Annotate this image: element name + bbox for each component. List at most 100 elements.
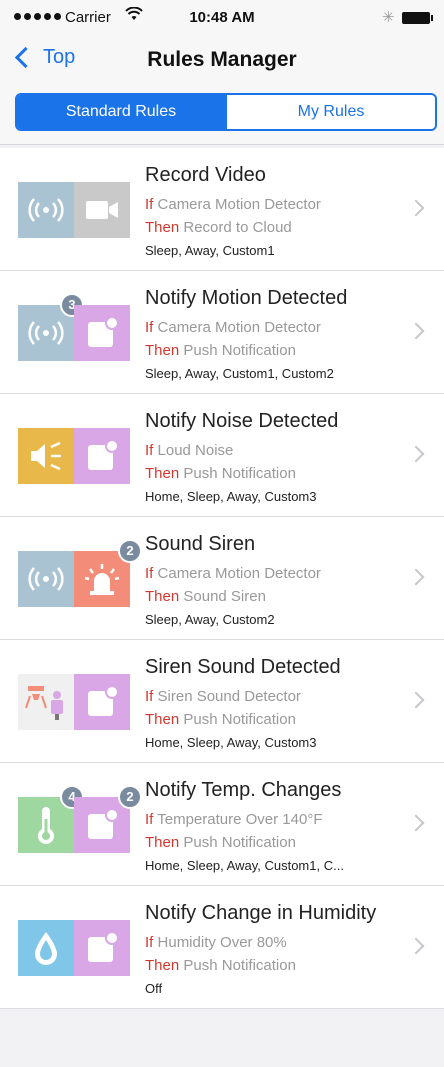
rule-if-line: If Camera Motion Detector: [145, 196, 321, 213]
rule-title: Record Video: [145, 164, 266, 186]
rule-icons: [18, 182, 130, 238]
rule-row-notify-temp[interactable]: 4 2 Notify Temp. Changes If Temperature …: [0, 763, 444, 886]
if-keyword: If: [145, 688, 154, 705]
rule-if-line: If Loud Noise: [145, 442, 233, 459]
rule-then-text: Push Notification: [183, 957, 296, 974]
rule-then-text: Push Notification: [183, 342, 296, 359]
rules-list: Record Video If Camera Motion Detector T…: [0, 148, 444, 1009]
rules-segmented-control: Standard Rules My Rules: [15, 93, 437, 131]
if-keyword: If: [145, 442, 154, 459]
rule-then-text: Sound Siren: [183, 588, 266, 605]
rule-if-line: If Camera Motion Detector: [145, 319, 321, 336]
page-title: Rules Manager: [147, 48, 297, 71]
rule-row-siren-sound-detected[interactable]: Siren Sound Detected If Siren Sound Dete…: [0, 640, 444, 763]
if-keyword: If: [145, 811, 154, 828]
motion-sensor-icon: 3: [18, 293, 84, 361]
rule-title: Sound Siren: [145, 533, 256, 555]
battery-icon: [402, 12, 433, 24]
then-keyword: Then: [145, 711, 180, 728]
rule-icons: [18, 920, 130, 976]
rule-then-text: Record to Cloud: [183, 219, 292, 236]
rule-modes: Off: [145, 981, 163, 996]
rule-modes: Home, Sleep, Away, Custom1, C...: [145, 858, 344, 873]
chevron-right-icon: [407, 814, 425, 832]
if-keyword: If: [145, 196, 154, 213]
then-keyword: Then: [145, 957, 180, 974]
chevron-right-icon: [407, 445, 425, 463]
rule-then-line: Then Push Notification: [145, 465, 296, 482]
rule-then-line: Then Sound Siren: [145, 588, 266, 605]
chevron-right-icon: [407, 199, 425, 217]
rules-manager-screen: Carrier 10:48 AM ✳ Top Rules Manager Sta…: [0, 0, 444, 1067]
notification-icon: 2: [74, 785, 142, 853]
if-keyword: If: [145, 934, 154, 951]
rule-if-line: If Siren Sound Detector: [145, 688, 301, 705]
chevron-right-icon: [407, 691, 425, 709]
video-camera-icon: [74, 182, 130, 238]
then-keyword: Then: [145, 342, 180, 359]
rule-if-text: Siren Sound Detector: [157, 688, 301, 705]
motion-sensor-icon: [18, 182, 74, 238]
rule-modes: Sleep, Away, Custom1: [145, 243, 275, 258]
rule-modes: Home, Sleep, Away, Custom3: [145, 735, 317, 750]
rule-icons: 2: [18, 539, 142, 607]
rule-icons: 3: [18, 293, 130, 361]
rule-then-line: Then Push Notification: [145, 342, 296, 359]
rule-row-notify-motion[interactable]: 3 Notify Motion Detected If Camera Motio…: [0, 271, 444, 394]
notification-icon: [74, 674, 130, 730]
thermometer-icon: 4: [18, 785, 84, 853]
rule-icons: [18, 428, 130, 484]
tab-standard-rules[interactable]: Standard Rules: [17, 95, 225, 129]
rule-if-text: Camera Motion Detector: [157, 319, 321, 336]
rule-modes: Sleep, Away, Custom2: [145, 612, 275, 627]
rule-if-text: Temperature Over 140°F: [157, 811, 323, 828]
siren-icon: 2: [74, 539, 142, 607]
chevron-right-icon: [407, 568, 425, 586]
chevron-right-icon: [407, 322, 425, 340]
rule-icons: 4 2: [18, 785, 142, 853]
rule-if-line: If Temperature Over 140°F: [145, 811, 322, 828]
motion-sensor-icon: [18, 551, 74, 607]
segment-bar: Standard Rules My Rules: [0, 88, 444, 145]
humidity-drop-icon: [18, 920, 74, 976]
status-bar: Carrier 10:48 AM ✳: [0, 0, 444, 36]
count-badge: 2: [118, 539, 142, 563]
notification-icon: [74, 920, 130, 976]
rule-row-notify-humidity[interactable]: Notify Change in Humidity If Humidity Ov…: [0, 886, 444, 1009]
then-keyword: Then: [145, 465, 180, 482]
rule-row-record-video[interactable]: Record Video If Camera Motion Detector T…: [0, 148, 444, 271]
rule-title: Siren Sound Detected: [145, 656, 341, 678]
rule-row-sound-siren[interactable]: 2 Sound Siren If Camera Motion Detector …: [0, 517, 444, 640]
siren-detector-icon: [18, 674, 74, 730]
then-keyword: Then: [145, 588, 180, 605]
rule-title: Notify Noise Detected: [145, 410, 339, 432]
rule-if-text: Camera Motion Detector: [157, 196, 321, 213]
tab-my-rules[interactable]: My Rules: [225, 95, 435, 129]
if-keyword: If: [145, 319, 154, 336]
navigation-bar: Top Rules Manager: [0, 36, 444, 88]
rule-if-text: Humidity Over 80%: [157, 934, 287, 951]
rule-then-text: Push Notification: [183, 711, 296, 728]
rule-then-line: Then Push Notification: [145, 957, 296, 974]
chevron-right-icon: [407, 937, 425, 955]
count-badge: 2: [118, 785, 142, 809]
rule-title: Notify Temp. Changes: [145, 779, 342, 801]
rule-row-notify-noise[interactable]: Notify Noise Detected If Loud Noise Then…: [0, 394, 444, 517]
bluetooth-icon: ✳: [382, 9, 395, 26]
clock: 10:48 AM: [189, 9, 255, 26]
rule-then-line: Then Record to Cloud: [145, 219, 292, 236]
then-keyword: Then: [145, 834, 180, 851]
rule-icons: [18, 674, 130, 730]
if-keyword: If: [145, 565, 154, 582]
rule-title: Notify Motion Detected: [145, 287, 348, 309]
rule-then-text: Push Notification: [183, 834, 296, 851]
rule-modes: Sleep, Away, Custom1, Custom2: [145, 366, 334, 381]
rule-then-text: Push Notification: [183, 465, 296, 482]
then-keyword: Then: [145, 219, 180, 236]
rule-then-line: Then Push Notification: [145, 711, 296, 728]
rule-modes: Home, Sleep, Away, Custom3: [145, 489, 317, 504]
notification-icon: [74, 305, 130, 361]
rule-if-text: Loud Noise: [157, 442, 234, 459]
notification-icon: [74, 428, 130, 484]
rule-if-text: Camera Motion Detector: [157, 565, 321, 582]
